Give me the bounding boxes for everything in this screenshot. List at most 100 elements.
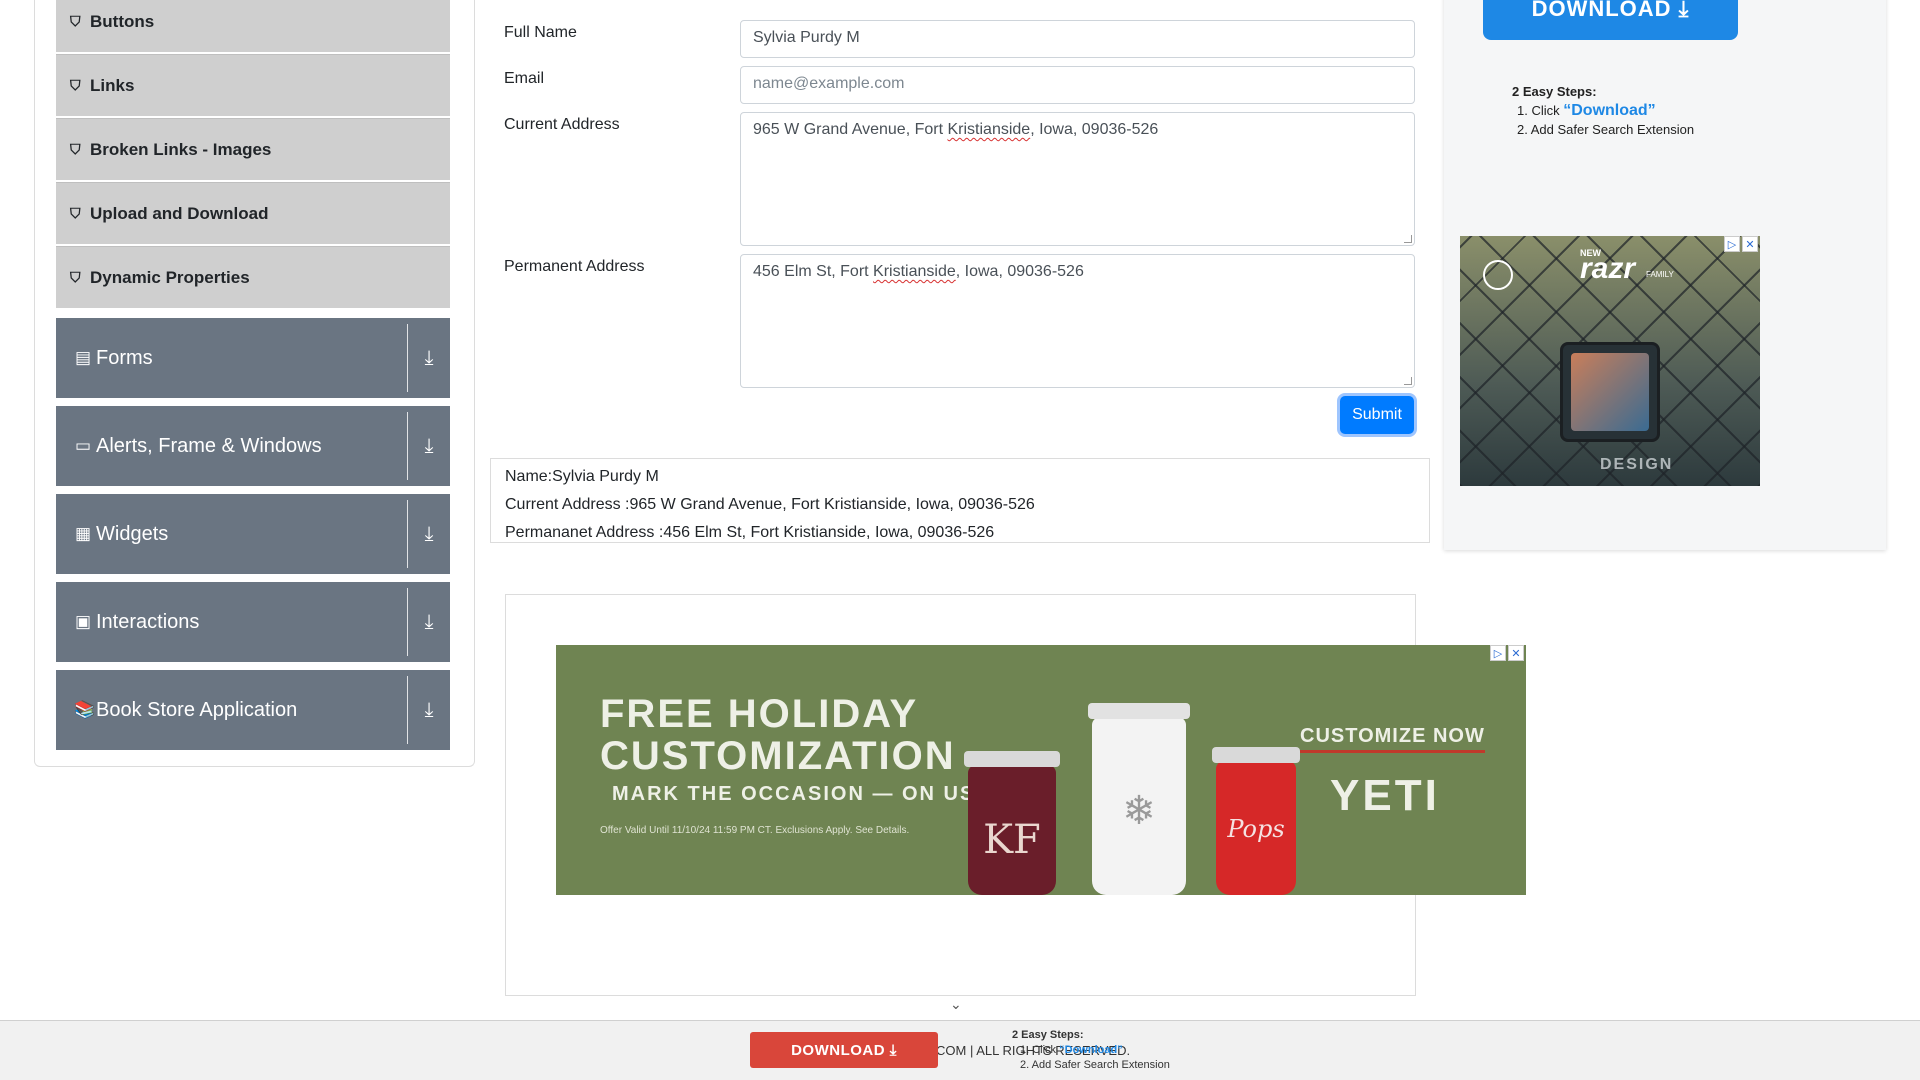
- download-arrow-icon[interactable]: ⤓: [408, 611, 450, 634]
- sidebar-item-links[interactable]: ⛉ Links: [56, 54, 450, 116]
- full-name-value: Sylvia Purdy M: [753, 29, 860, 46]
- sidebar-item-label: Links: [90, 75, 135, 95]
- sidebar-item-broken-links[interactable]: ⛉ Broken Links - Images: [56, 118, 450, 180]
- close-icon[interactable]: ✕: [1508, 645, 1524, 661]
- sidebar-group-label: Alerts, Frame & Windows: [96, 434, 322, 457]
- html5-icon: ⛉: [70, 77, 81, 93]
- window-icon: ▭: [74, 436, 92, 455]
- sidebar-group-book-store[interactable]: 📚 Book Store Application ⤓: [56, 670, 450, 750]
- full-name-label: Full Name: [504, 24, 577, 41]
- sidebar-group-label: Interactions: [96, 610, 200, 633]
- sidebar-group-widgets[interactable]: ▦ Widgets ⤓: [56, 494, 450, 574]
- tumbler-engraving: KF: [983, 817, 1041, 863]
- phone-screen: [1571, 353, 1649, 431]
- sidebar-group-alerts[interactable]: ▭ Alerts, Frame & Windows ⤓: [56, 406, 450, 486]
- element-sub-menu: ⛉ Buttons ⛉ Links ⛉ Broken Links - Image…: [56, 0, 450, 310]
- email-label: Email: [504, 70, 545, 87]
- current-address-text-word: Kristianside: [947, 121, 1031, 138]
- ad-headline-line-1: FREE HOLIDAY: [600, 692, 919, 736]
- step-1: 1. Click “Download”: [1012, 1043, 1170, 1058]
- divider: [407, 588, 408, 656]
- permanent-address-text-word: Kristianside: [873, 263, 956, 280]
- ad-choices[interactable]: ▷ ✕: [1724, 236, 1758, 252]
- chevron-down-icon[interactable]: ⌄: [950, 996, 962, 1013]
- footer-ad-steps: 2 Easy Steps: 1. Click “Download” 2. Add…: [1012, 1028, 1170, 1073]
- step-1-prefix: 1. Click: [1020, 1044, 1060, 1056]
- divider: [407, 676, 408, 744]
- sidebar-group-label: Book Store Application: [96, 698, 298, 721]
- full-name-input[interactable]: Sylvia Purdy M: [740, 20, 1415, 58]
- close-icon[interactable]: ✕: [1742, 236, 1758, 252]
- output-name: Name:Sylvia Purdy M: [505, 468, 659, 485]
- yeti-logo: YETI: [1330, 771, 1440, 820]
- resize-handle[interactable]: [1404, 377, 1412, 385]
- ad-steps: 2 Easy Steps: 1. Click “Download” 2. Add…: [1512, 82, 1694, 139]
- steps-title: 2 Easy Steps:: [1012, 1029, 1084, 1041]
- step-2: 2. Add Safer Search Extension: [1020, 1059, 1170, 1071]
- ad-fine-print: Offer Valid Until 11/10/24 11:59 PM CT. …: [600, 825, 910, 836]
- sidebar-group-label: Widgets: [96, 522, 169, 545]
- interactions-icon: ▣: [74, 612, 92, 631]
- sidebar-group-label: Forms: [96, 346, 153, 369]
- sidebar-item-label: Broken Links - Images: [90, 139, 272, 159]
- current-address-textarea[interactable]: 965 W Grand Avenue, Fort Kristianside, I…: [740, 112, 1415, 246]
- download-arrow-icon[interactable]: ⤓: [408, 523, 450, 546]
- steps-title: 2 Easy Steps:: [1512, 84, 1597, 99]
- ad-family-label: FAMILY: [1646, 270, 1674, 279]
- motorola-logo-icon: [1483, 260, 1513, 290]
- current-address-label: Current Address: [504, 116, 620, 133]
- html5-icon: ⛉: [70, 269, 81, 285]
- divider: [407, 324, 408, 392]
- html5-icon: ⛉: [70, 205, 81, 221]
- step-2: 2. Add Safer Search Extension: [1517, 122, 1695, 137]
- step-1-prefix: 1. Click: [1517, 103, 1564, 118]
- ad-subheadline: MARK THE OCCASION — ON US.: [612, 783, 983, 805]
- permanent-address-text-pre: 456 Elm St, Fort: [753, 263, 874, 280]
- download-ad-button[interactable]: DOWNLOAD ⤓: [1483, 0, 1738, 40]
- sidebar-item-dynamic-properties[interactable]: ⛉ Dynamic Properties: [56, 246, 450, 308]
- html5-icon: ⛉: [70, 141, 81, 157]
- red-tumbler-image: Pops: [1212, 747, 1300, 895]
- resize-handle[interactable]: [1404, 235, 1412, 243]
- output-permanent-address: Permananet Address :456 Elm St, Fort Kri…: [505, 524, 995, 541]
- ad-choices[interactable]: ▷ ✕: [1490, 645, 1524, 661]
- razr-logo: razr: [1580, 252, 1636, 285]
- tumbler-lid: [1212, 747, 1300, 763]
- adchoices-icon[interactable]: ▷: [1724, 236, 1740, 252]
- permanent-address-textarea[interactable]: 456 Elm St, Fort Kristianside, Iowa, 090…: [740, 254, 1415, 388]
- maroon-tumbler-image: KF: [964, 751, 1060, 895]
- email-input[interactable]: name@example.com: [740, 66, 1415, 104]
- html5-icon: ⛉: [70, 13, 81, 29]
- sidebar-item-label: Dynamic Properties: [90, 267, 250, 287]
- sidebar-group-forms[interactable]: ▤ Forms ⤓: [56, 318, 450, 398]
- download-link[interactable]: “Download”: [1563, 102, 1655, 119]
- ad-headline: FREE HOLIDAY CUSTOMIZATION: [600, 693, 956, 777]
- step-1: 1. Click “Download”: [1512, 101, 1694, 120]
- download-arrow-icon[interactable]: ⤓: [408, 699, 450, 722]
- yeti-ad-banner[interactable]: FREE HOLIDAY CUSTOMIZATION MARK THE OCCA…: [556, 645, 1526, 895]
- white-tumbler-image: ❄: [1088, 703, 1190, 895]
- current-address-text-post: , Iowa, 09036-526: [1030, 121, 1159, 138]
- sidebar-item-label: Upload and Download: [90, 203, 269, 223]
- document-icon: ▤: [74, 348, 92, 367]
- current-address-text-pre: 965 W Grand Avenue, Fort: [753, 121, 948, 138]
- motorola-razr-ad[interactable]: NEW razr FAMILY DESIGN: [1460, 236, 1760, 486]
- adchoices-icon[interactable]: ▷: [1490, 645, 1506, 661]
- email-placeholder: name@example.com: [753, 75, 905, 92]
- download-link[interactable]: “Download”: [1059, 1044, 1123, 1056]
- ad-headline-line-2: CUSTOMIZATION: [600, 734, 956, 778]
- download-arrow-icon[interactable]: ⤓: [408, 435, 450, 458]
- output-box: Name:Sylvia Purdy M Current Address :965…: [490, 458, 1430, 543]
- divider: [407, 412, 408, 480]
- ad-cta[interactable]: CUSTOMIZE NOW: [1300, 725, 1485, 753]
- sidebar-item-upload-download[interactable]: ⛉ Upload and Download: [56, 182, 450, 244]
- divider: [407, 500, 408, 568]
- sidebar-item-buttons[interactable]: ⛉ Buttons: [56, 0, 450, 52]
- download-arrow-icon[interactable]: ⤓: [408, 347, 450, 370]
- widgets-icon: ▦: [74, 524, 92, 543]
- snowflake-icon: ❄: [1122, 788, 1156, 835]
- submit-button[interactable]: Submit: [1340, 396, 1414, 434]
- ad-design-label: DESIGN: [1600, 456, 1674, 473]
- footer-download-button[interactable]: DOWNLOAD ⤓: [750, 1032, 938, 1068]
- sidebar-group-interactions[interactable]: ▣ Interactions ⤓: [56, 582, 450, 662]
